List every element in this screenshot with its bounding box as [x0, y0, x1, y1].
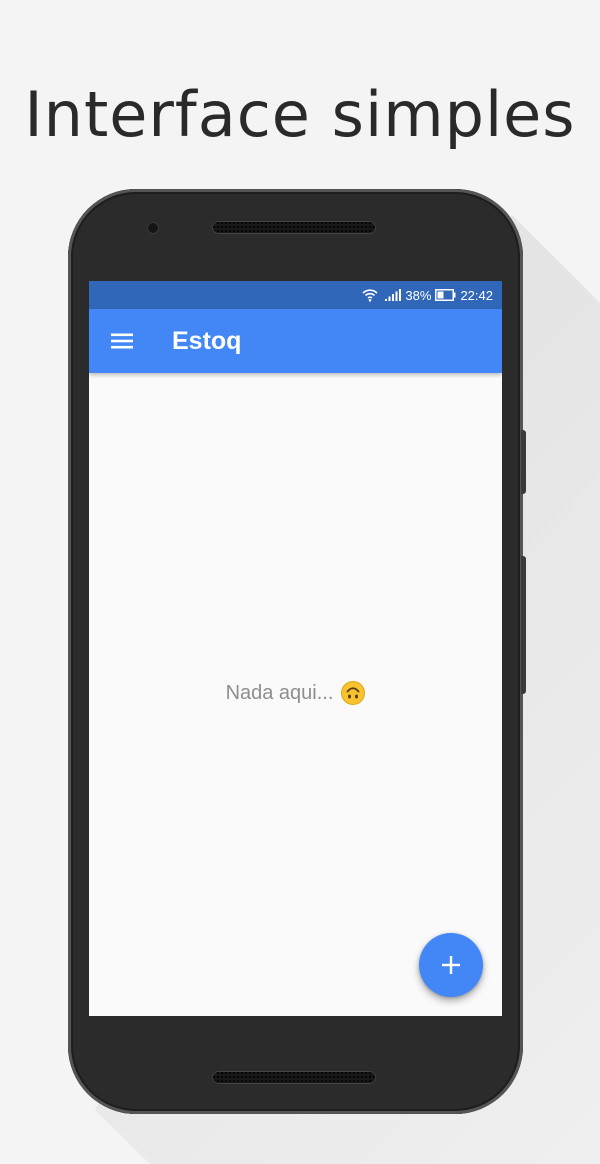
- earpiece-speaker: [212, 221, 376, 234]
- status-time: 22:42: [460, 287, 493, 303]
- front-camera: [148, 223, 158, 233]
- app-title: Estoq: [172, 326, 242, 355]
- phone-screen: 38% 22:42 Estoq Nada aqui...: [89, 281, 502, 1016]
- empty-state: Nada aqui...: [89, 681, 502, 705]
- promo-title: Interface simples: [24, 78, 576, 151]
- wifi-icon: [362, 288, 378, 302]
- add-item-button[interactable]: [419, 933, 483, 997]
- menu-icon[interactable]: [90, 309, 154, 373]
- plus-icon: [442, 956, 460, 974]
- empty-message: Nada aqui...: [225, 681, 334, 704]
- battery-icon: [435, 289, 456, 301]
- battery-percent: 38%: [405, 287, 432, 303]
- power-button: [521, 430, 526, 494]
- volume-button: [521, 556, 526, 694]
- signal-icon: [385, 289, 402, 301]
- upside-down-face-icon: [341, 681, 366, 705]
- bottom-speaker: [212, 1071, 376, 1084]
- status-bar: 38% 22:42: [89, 281, 502, 309]
- app-bar: Estoq: [89, 309, 502, 373]
